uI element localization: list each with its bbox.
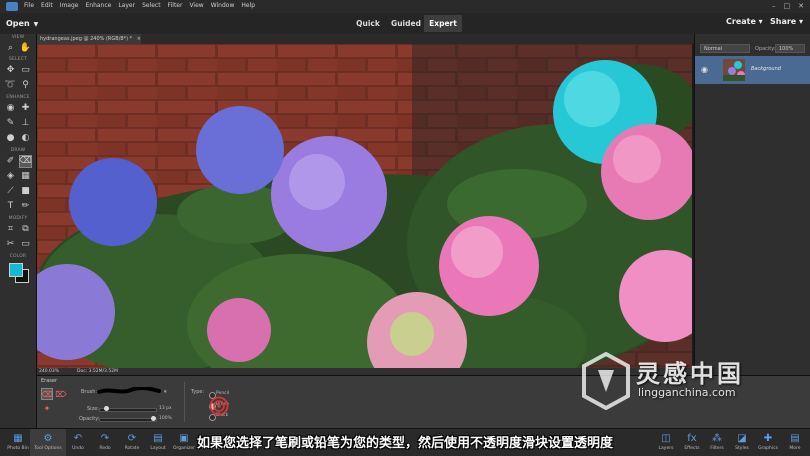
tab-expert[interactable]: Expert (424, 15, 462, 32)
zoom-readout[interactable]: 240.03% (39, 368, 59, 375)
create-button-label: Create (726, 17, 756, 26)
watermark-logo-icon (582, 352, 630, 410)
zoom-tool-icon[interactable]: ⌕ (4, 42, 17, 55)
document-tab[interactable]: hydrangeas.jpeg @ 240% (RGB/8*) * × (37, 34, 141, 44)
watermark-text: 灵感中国 (636, 360, 744, 388)
divider (184, 382, 185, 422)
layer-thumbnail (723, 59, 745, 81)
eraser-tool-icon[interactable]: ⌫ (19, 155, 32, 168)
quick-select-tool-icon[interactable]: ⚲ (19, 79, 32, 92)
straighten-tool-icon[interactable]: ▭ (19, 238, 32, 251)
hydrangea-photo (37, 44, 692, 368)
blend-mode-select[interactable]: Normal (700, 44, 750, 53)
foreground-color-swatch[interactable] (9, 263, 23, 277)
magic-eraser-icon[interactable]: ✦ (41, 402, 53, 414)
crop-tool-icon[interactable]: ⌗ (4, 223, 17, 236)
size-slider-knob[interactable] (104, 406, 110, 411)
size-slider[interactable] (99, 406, 157, 412)
menu-edit[interactable]: Edit (41, 2, 53, 9)
size-value[interactable]: 13 px (159, 406, 172, 411)
brush-dropdown-icon[interactable]: ▾ (164, 389, 167, 395)
create-button[interactable]: Create ▾ (726, 17, 763, 26)
eye-tool-icon[interactable]: ◉ (4, 102, 17, 115)
maximize-icon[interactable]: □ (784, 2, 791, 10)
tab-guided[interactable]: Guided (388, 15, 424, 32)
layer-thumbnail-image (723, 59, 745, 81)
share-button-label: Share (770, 17, 797, 26)
brush-tool-icon[interactable]: ✐ (4, 155, 17, 168)
toolbox: VIEW ⌕ ✋ SELECT ✥ ▭ ➰ ⚲ ENHANCE ◉ ✚ ✎ ⊥ … (0, 34, 37, 428)
eyedropper-tool-icon[interactable]: ⟋ (4, 185, 17, 198)
menu-enhance[interactable]: Enhance (85, 2, 111, 9)
eraser-icon[interactable]: ⌫ (41, 388, 53, 400)
close-icon[interactable]: ✕ (798, 2, 804, 10)
app-logo-icon (6, 2, 18, 11)
smart-brush-tool-icon[interactable]: ✎ (4, 117, 17, 130)
eye-visibility-icon[interactable]: ◉ (701, 65, 708, 74)
section-draw-label: DRAW (10, 148, 26, 153)
section-view-label: VIEW (11, 35, 25, 40)
open-button[interactable]: Open ▼ (6, 17, 46, 30)
opacity-slider-knob[interactable] (151, 416, 156, 421)
recompose-tool-icon[interactable]: ⧉ (19, 223, 32, 236)
opacity-slider[interactable] (99, 416, 157, 422)
mode-bar: Open ▼ Quick Guided Expert Create ▾ Share… (0, 13, 810, 35)
paint-bucket-tool-icon[interactable]: ◈ (4, 170, 17, 183)
content-aware-move-tool-icon[interactable]: ✂ (4, 238, 17, 251)
size-label: Size: (87, 406, 99, 412)
tool-name: Eraser (41, 378, 58, 384)
background-eraser-icon[interactable]: ⌦ (55, 388, 67, 400)
section-color-label: COLOR (9, 254, 27, 259)
share-button[interactable]: Share ▾ (770, 17, 803, 26)
layer-opacity-label: Opacity: (755, 46, 776, 52)
move-tool-icon[interactable]: ✥ (4, 64, 17, 77)
section-modify-label: MODIFY (8, 216, 28, 221)
type-tool-icon[interactable]: T (4, 200, 17, 213)
menu-layer[interactable]: Layer (118, 2, 135, 9)
menu-view[interactable]: View (189, 2, 203, 9)
gradient-tool-icon[interactable]: ▦ (19, 170, 32, 183)
opacity-label: Opacity: (79, 416, 100, 422)
brush-preset-picker[interactable] (97, 387, 161, 395)
hand-tool-icon[interactable]: ✋ (19, 42, 32, 55)
layers-panel: Normal Opacity: 100% ◉ Background (694, 34, 810, 375)
marquee-tool-icon[interactable]: ▭ (19, 64, 32, 77)
section-select-label: SELECT (8, 57, 28, 62)
video-subtitle: 如果您选择了笔刷或铅笔为您的类型，然后使用不透明度滑块设置透明度 (196, 436, 613, 451)
watermark-url: lingganchina.com (638, 386, 736, 399)
type-label: Type: (191, 389, 205, 395)
section-enhance-label: ENHANCE (6, 95, 30, 100)
lasso-tool-icon[interactable]: ➰ (4, 79, 17, 92)
document-tab-title: hydrangeas.jpeg @ 240% (RGB/8*) * (40, 36, 133, 42)
menu-help[interactable]: Help (241, 2, 255, 9)
spot-healing-tool-icon[interactable]: ✚ (19, 102, 32, 115)
menu-window[interactable]: Window (211, 2, 235, 9)
shape-tool-icon[interactable]: ■ (19, 185, 32, 198)
tab-bar-empty (141, 34, 694, 44)
chevron-down-icon: ▼ (33, 21, 39, 28)
image-canvas[interactable] (37, 44, 692, 368)
menu-filter[interactable]: Filter (168, 2, 183, 9)
clone-stamp-tool-icon[interactable]: ⊥ (19, 117, 32, 130)
minimize-icon[interactable]: – (772, 2, 776, 10)
menu-bar: File Edit Image Enhance Layer Select Fil… (0, 0, 810, 13)
watermark: 灵感中国 lingganchina.com (578, 352, 798, 412)
layer-name: Background (751, 66, 781, 72)
blur-tool-icon[interactable]: ● (4, 132, 17, 145)
pencil-tool-icon[interactable]: ✏ (19, 200, 32, 213)
document-size: Doc: 3.52M/3.52M (77, 369, 118, 374)
brush-label: Brush: (81, 389, 98, 395)
tab-quick[interactable]: Quick (353, 15, 383, 32)
menu-file[interactable]: File (24, 2, 34, 9)
open-button-label: Open (6, 19, 30, 28)
layer-opacity-field[interactable]: 100% (775, 44, 805, 53)
layer-row-background[interactable]: ◉ Background (695, 56, 810, 84)
click-indicator-icon (209, 396, 229, 416)
menu-image[interactable]: Image (60, 2, 79, 9)
opacity-value[interactable]: 100% (159, 416, 172, 421)
sponge-tool-icon[interactable]: ◐ (19, 132, 32, 145)
menu-select[interactable]: Select (142, 2, 161, 9)
